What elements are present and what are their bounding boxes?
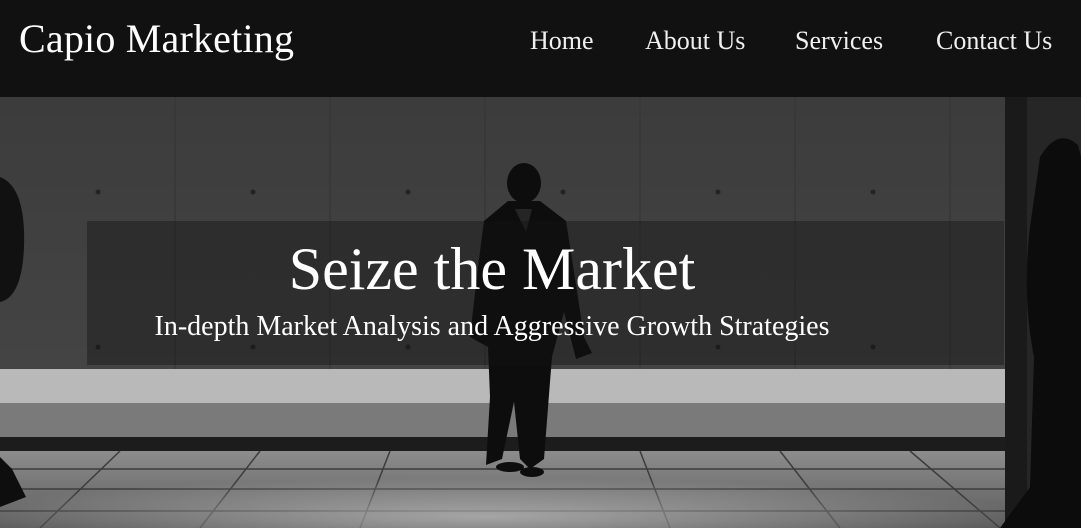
brand-logo-text[interactable]: Capio Marketing bbox=[19, 15, 294, 63]
hero-subtitle: In-depth Market Analysis and Aggressive … bbox=[154, 311, 830, 342]
hero-title: Seize the Market bbox=[288, 236, 696, 302]
top-navbar: Capio Marketing Home About Us Services C… bbox=[0, 0, 1081, 97]
nav-link-about-us[interactable]: About Us bbox=[645, 24, 745, 58]
nav-link-home[interactable]: Home bbox=[530, 24, 594, 58]
hero-banner: Seize the Market In-depth Market Analysi… bbox=[0, 97, 1081, 528]
nav-link-contact-us[interactable]: Contact Us bbox=[936, 24, 1052, 58]
nav-link-services[interactable]: Services bbox=[795, 24, 883, 58]
